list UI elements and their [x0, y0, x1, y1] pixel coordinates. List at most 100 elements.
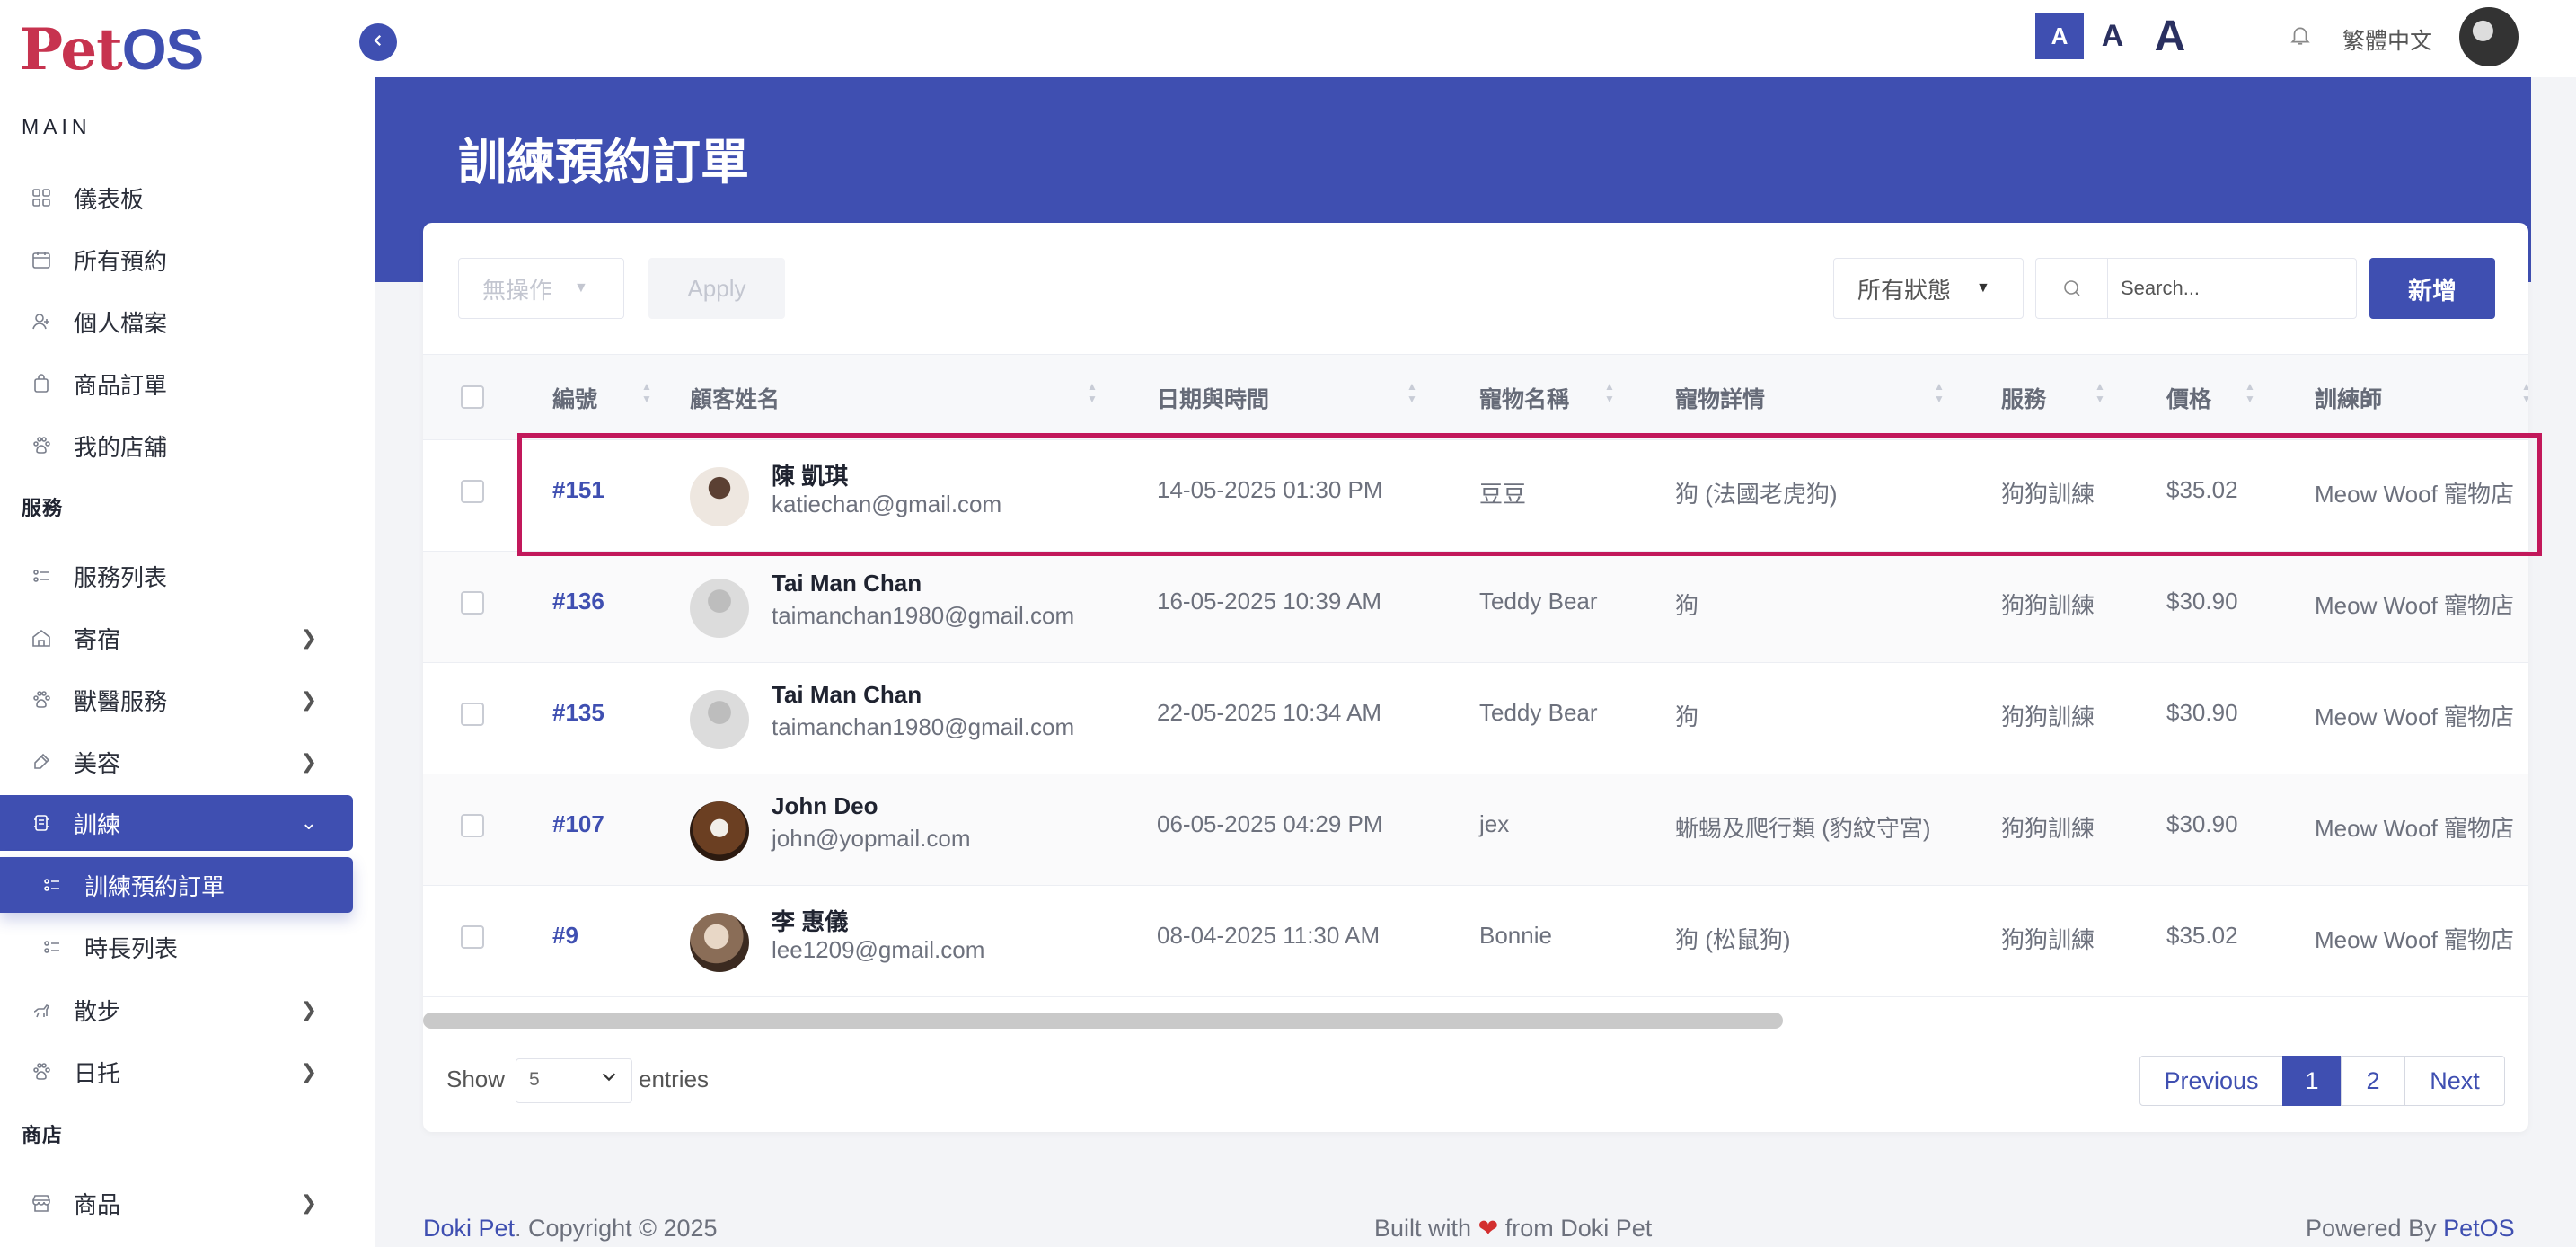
- table-row[interactable]: #136 Tai Man Chan taimanchan1980@gmail.c…: [423, 552, 2528, 663]
- footer-built-prefix: Built with: [1374, 1215, 1472, 1242]
- sort-icon[interactable]: ▲ ▼: [1604, 380, 1615, 409]
- font-size-small-button[interactable]: A: [2035, 13, 2084, 59]
- customer-avatar: [690, 913, 749, 972]
- column-header-pet-name[interactable]: 寵物名稱: [1479, 382, 1569, 414]
- font-size-large-button[interactable]: A: [2141, 13, 2199, 60]
- grid-icon: [29, 185, 54, 210]
- bag-icon: [29, 371, 54, 396]
- sidebar-item-profile[interactable]: 個人檔案: [0, 294, 353, 349]
- price: $35.02: [2166, 922, 2238, 949]
- chevron-right-icon: ❯: [300, 750, 317, 773]
- sidebar-item-daycare[interactable]: 日托 ❯: [0, 1044, 353, 1100]
- trainer-name: Meow Woof 寵物店: [2315, 592, 2515, 619]
- sidebar-item-boarding[interactable]: 寄宿 ❯: [0, 610, 353, 666]
- caret-down-icon: ▼: [1976, 280, 1990, 296]
- sidebar-item-grooming[interactable]: 美容 ❯: [0, 734, 353, 790]
- sidebar-item-label: 商品: [74, 1190, 121, 1218]
- row-checkbox[interactable]: [461, 591, 484, 615]
- sort-icon[interactable]: ▲ ▼: [1934, 380, 1945, 409]
- table-row[interactable]: #9 李 惠儀 lee1209@gmail.com 08-04-2025 11:…: [423, 886, 2528, 997]
- sidebar-item-service-list[interactable]: 服務列表: [0, 548, 353, 604]
- sidebar-item-my-store[interactable]: 我的店舖: [0, 418, 353, 473]
- font-size-medium-button[interactable]: A: [2093, 13, 2132, 59]
- sidebar-item-products[interactable]: 商品 ❯: [0, 1175, 353, 1231]
- column-header-trainer[interactable]: 訓練師: [2315, 382, 2382, 414]
- sidebar-item-dashboard[interactable]: 儀表板: [0, 170, 353, 226]
- column-header-customer[interactable]: 顧客姓名: [690, 382, 780, 414]
- sort-icon[interactable]: ▲ ▼: [2245, 380, 2255, 409]
- row-checkbox[interactable]: [461, 814, 484, 837]
- apply-button[interactable]: Apply: [648, 258, 785, 319]
- customer-email: lee1209@gmail.com: [772, 936, 985, 963]
- next-page-button[interactable]: Next: [2404, 1056, 2505, 1106]
- paw-icon: [29, 1059, 54, 1084]
- sidebar-item-duration-list[interactable]: 時長列表: [0, 919, 353, 975]
- collapse-sidebar-button[interactable]: [359, 23, 397, 61]
- page-title: 訓練預約訂單: [458, 136, 749, 190]
- footer-brand-link[interactable]: Doki Pet: [423, 1215, 515, 1242]
- column-header-datetime[interactable]: 日期與時間: [1157, 382, 1269, 414]
- order-id-link[interactable]: #135: [552, 699, 604, 727]
- sidebar-item-training[interactable]: 訓練 ⌄: [0, 795, 353, 851]
- status-filter-select[interactable]: 所有狀態 ▼: [1833, 258, 2024, 319]
- search-input[interactable]: [2121, 277, 2345, 300]
- footer-copyright-text: . Copyright © 2025: [515, 1215, 718, 1242]
- section-services-label: 服務: [22, 497, 64, 519]
- home-icon: [29, 625, 54, 650]
- page-1-button[interactable]: 1: [2282, 1056, 2342, 1106]
- customer-name: 李 惠儀: [772, 908, 849, 935]
- column-header-service[interactable]: 服務: [2001, 382, 2046, 414]
- order-id-link[interactable]: #9: [552, 922, 578, 950]
- service-name: 狗狗訓練: [2001, 592, 2095, 619]
- sidebar-item-label: 訓練: [74, 810, 121, 838]
- list-icon: [40, 934, 65, 960]
- customer-email: john@yopmail.com: [772, 825, 971, 852]
- table-row[interactable]: #135 Tai Man Chan taimanchan1980@gmail.c…: [423, 663, 2528, 774]
- user-avatar[interactable]: [2459, 7, 2519, 66]
- status-filter-value: 所有狀態: [1857, 276, 1952, 304]
- sort-icon[interactable]: ▲ ▼: [2095, 380, 2105, 409]
- row-checkbox[interactable]: [461, 925, 484, 949]
- bulk-action-select[interactable]: 無操作 ▼: [458, 258, 624, 319]
- sort-icon[interactable]: ▲ ▼: [2521, 380, 2528, 409]
- table-row[interactable]: #107 John Deo john@yopmail.com 06-05-202…: [423, 774, 2528, 886]
- sidebar-item-label: 獸醫服務: [74, 687, 168, 715]
- sort-icon[interactable]: ▲ ▼: [1087, 380, 1098, 409]
- sidebar-item-label: 日托: [74, 1059, 121, 1087]
- sort-icon[interactable]: ▲ ▼: [1407, 380, 1417, 409]
- pet-name: Teddy Bear: [1479, 699, 1598, 726]
- bell-icon[interactable]: [2289, 23, 2312, 51]
- column-header-pet-details[interactable]: 寵物詳情: [1675, 382, 1765, 414]
- pet-details: 狗: [1675, 592, 1699, 619]
- previous-page-button[interactable]: Previous: [2139, 1056, 2283, 1106]
- footer-powered-link[interactable]: PetOS: [2443, 1215, 2515, 1242]
- search-field[interactable]: [2107, 258, 2357, 319]
- sidebar-item-product-orders[interactable]: 商品訂單: [0, 356, 353, 411]
- sidebar-item-training-orders[interactable]: 訓練預約訂單: [0, 857, 353, 913]
- app-logo[interactable]: PetOS: [20, 16, 204, 84]
- sidebar-item-label: 寄宿: [74, 625, 121, 653]
- pet-name: jex: [1479, 810, 1510, 837]
- order-id-link[interactable]: #107: [552, 810, 604, 838]
- column-header-id[interactable]: 編號: [552, 382, 597, 414]
- order-id-link[interactable]: #136: [552, 588, 604, 615]
- price: $30.90: [2166, 810, 2238, 837]
- sidebar-item-label: 時長列表: [84, 934, 179, 962]
- chevron-right-icon: ❯: [300, 626, 317, 649]
- sidebar-item-vet[interactable]: 獸醫服務 ❯: [0, 672, 353, 728]
- language-selector[interactable]: 繁體中文: [2342, 23, 2432, 56]
- page-size-select[interactable]: 5: [516, 1058, 632, 1103]
- row-checkbox[interactable]: [461, 703, 484, 726]
- sort-icon[interactable]: ▲ ▼: [641, 380, 652, 409]
- row-checkbox[interactable]: [461, 480, 484, 503]
- footer-built-with: Built with ❤ from Doki Pet: [1374, 1215, 1652, 1243]
- training-icon: [29, 810, 54, 836]
- horizontal-scrollbar[interactable]: [423, 1013, 1783, 1029]
- sidebar-item-all-bookings[interactable]: 所有預約: [0, 232, 353, 287]
- column-header-price[interactable]: 價格: [2166, 382, 2211, 414]
- add-button[interactable]: 新增: [2369, 258, 2495, 319]
- chevron-right-icon: ❯: [300, 1060, 317, 1083]
- page-2-button[interactable]: 2: [2341, 1056, 2405, 1106]
- select-all-checkbox[interactable]: [461, 385, 484, 409]
- sidebar-item-walking[interactable]: 散步 ❯: [0, 982, 353, 1038]
